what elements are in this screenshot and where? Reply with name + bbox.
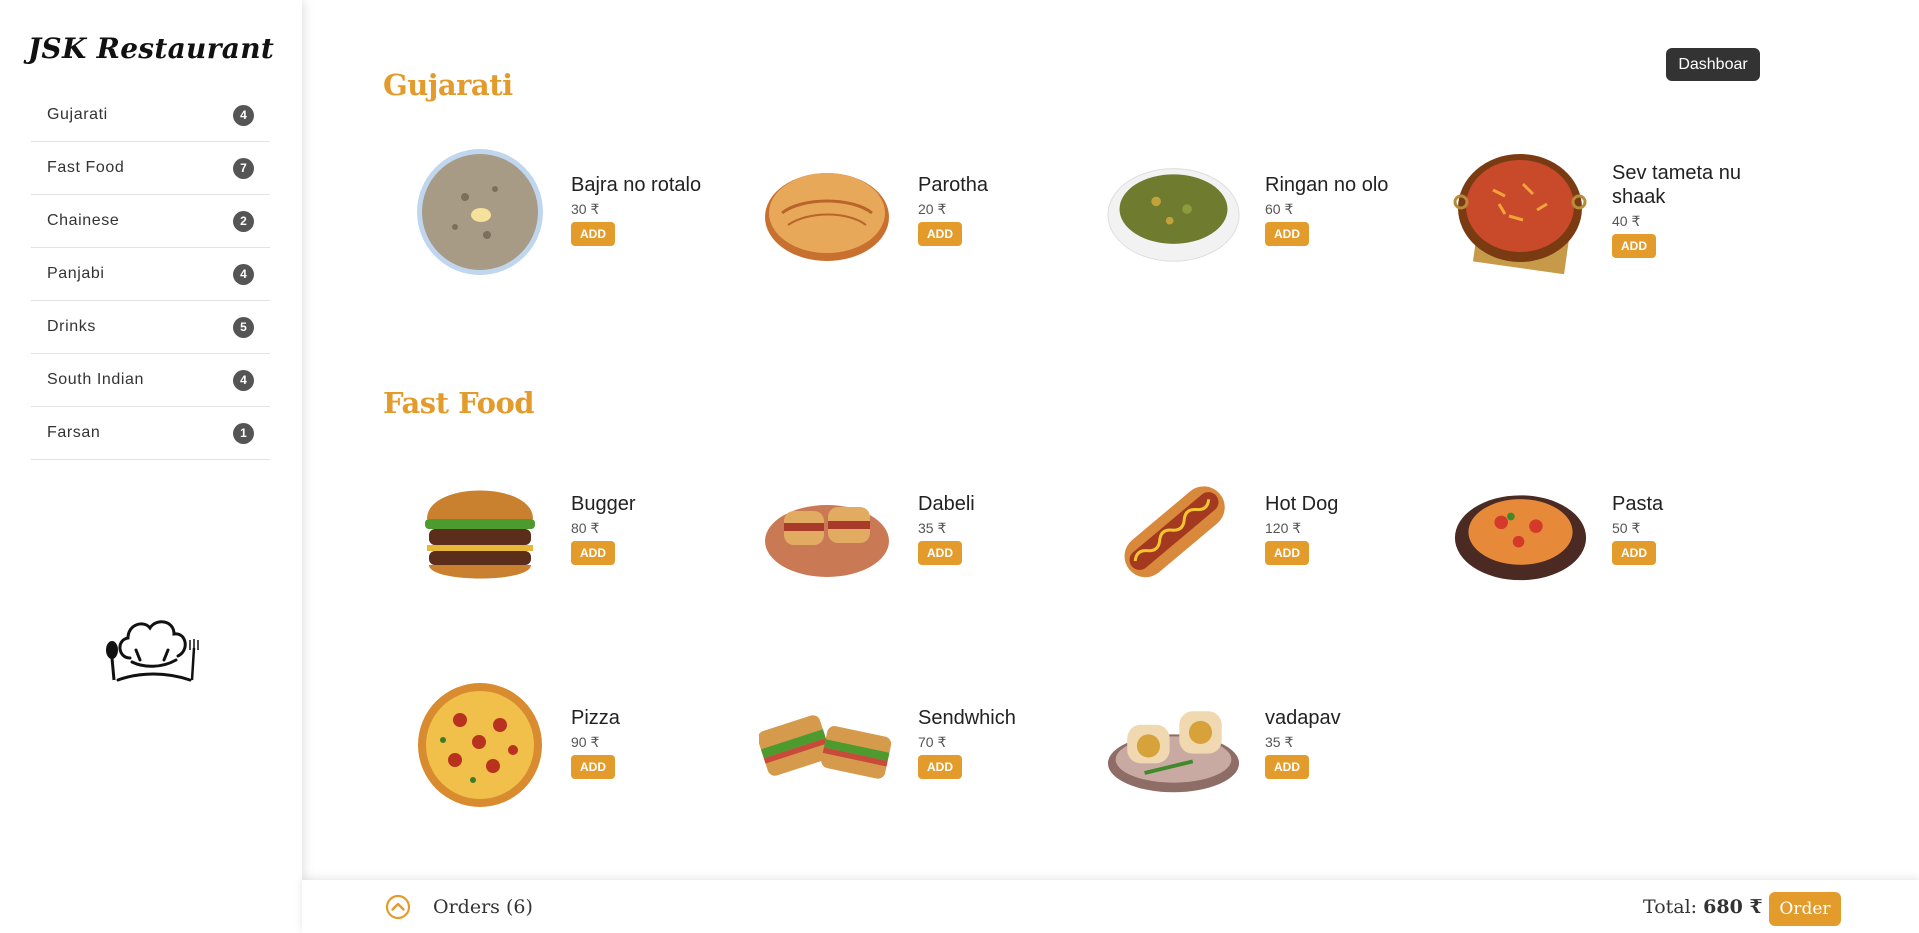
item-name: Parotha (918, 174, 989, 196)
sidebar: JSK Restaurant Gujarati 4 Fast Food 7 Ch… (0, 0, 302, 933)
category-label: Gujarati (47, 106, 108, 123)
category-count-badge: 7 (233, 157, 254, 179)
pasta-image (1453, 466, 1588, 596)
item-price: 35 ₹ (918, 520, 947, 536)
sidebar-item-south-indian[interactable]: South Indian 4 (31, 354, 270, 407)
category-label: Farsan (47, 424, 101, 441)
add-button[interactable]: ADD (1612, 541, 1656, 565)
menu-item: Parotha 20 ₹ ADD (759, 147, 1099, 277)
category-label: Drinks (47, 318, 96, 335)
add-button[interactable]: ADD (571, 541, 615, 565)
menu-item: Bajra no rotalo 30 ₹ ADD (412, 147, 752, 277)
item-price: 80 ₹ (571, 520, 600, 536)
menu-main: Dashboar Gujarati Bajra no rotalo 30 ₹ A… (302, 0, 1919, 933)
item-price: 90 ₹ (571, 734, 600, 750)
order-footer: Orders (6) Total: 680 ₹ Order (302, 880, 1919, 933)
menu-item: Bugger 80 ₹ ADD (412, 466, 752, 596)
category-list: Gujarati 4 Fast Food 7 Chainese 2 Panjab… (31, 89, 270, 460)
sidebar-item-drinks[interactable]: Drinks 5 (31, 301, 270, 354)
category-label: South Indian (47, 371, 145, 388)
menu-item: Hot Dog 120 ₹ ADD (1106, 466, 1446, 596)
add-button[interactable]: ADD (1265, 541, 1309, 565)
sandwich-image (759, 680, 894, 810)
chef-hat-logo-icon (106, 620, 199, 682)
brand-title: JSK Restaurant (27, 32, 275, 65)
menu-item: Sev tameta nu shaak 40 ₹ ADD (1453, 147, 1793, 277)
ringan-olo-image (1106, 147, 1241, 277)
sidebar-item-fast-food[interactable]: Fast Food 7 (31, 142, 270, 195)
item-name: Bugger (571, 493, 636, 515)
chevron-up-icon[interactable] (385, 894, 411, 920)
menu-item: vadapav 35 ₹ ADD (1106, 680, 1446, 810)
item-name: Ringan no olo (1265, 174, 1389, 196)
burger-image (412, 466, 547, 596)
section-title-gujarati: Gujarati (383, 68, 513, 102)
item-price: 35 ₹ (1265, 734, 1294, 750)
item-price: 120 ₹ (1265, 520, 1302, 536)
vadapav-image (1106, 680, 1241, 810)
bajra-rotalo-image (412, 147, 547, 277)
add-button[interactable]: ADD (1612, 234, 1656, 258)
add-button[interactable]: ADD (918, 755, 962, 779)
section-title-fast-food: Fast Food (383, 386, 535, 420)
item-name: vadapav (1265, 707, 1341, 729)
item-name: Pizza (571, 707, 620, 729)
category-count-badge: 5 (233, 316, 254, 338)
item-name: Bajra no rotalo (571, 174, 702, 196)
orders-count-label[interactable]: Orders (6) (433, 896, 533, 918)
item-name: Dabeli (918, 493, 975, 515)
category-count-badge: 1 (233, 422, 254, 444)
add-button[interactable]: ADD (918, 222, 962, 246)
menu-item: Sendwhich 70 ₹ ADD (759, 680, 1099, 810)
category-count-badge: 4 (233, 369, 254, 391)
item-name: Hot Dog (1265, 493, 1339, 515)
item-name: Pasta (1612, 493, 1664, 515)
menu-item: Pasta 50 ₹ ADD (1453, 466, 1793, 596)
sidebar-item-gujarati[interactable]: Gujarati 4 (31, 89, 270, 142)
item-name: Sendwhich (918, 707, 1016, 729)
order-total: Total: 680 ₹ (1643, 896, 1763, 918)
add-button[interactable]: ADD (918, 541, 962, 565)
add-button[interactable]: ADD (571, 755, 615, 779)
category-count-badge: 4 (233, 104, 254, 126)
item-price: 70 ₹ (918, 734, 947, 750)
category-count-badge: 4 (233, 263, 254, 285)
category-label: Chainese (47, 212, 120, 229)
add-button[interactable]: ADD (571, 222, 615, 246)
item-name: Sev tameta nu shaak (1612, 162, 1741, 208)
hot-dog-image (1106, 466, 1241, 596)
sidebar-item-panjabi[interactable]: Panjabi 4 (31, 248, 270, 301)
item-price: 40 ₹ (1612, 213, 1641, 229)
add-button[interactable]: ADD (1265, 222, 1309, 246)
dashboard-button[interactable]: Dashboar (1666, 48, 1760, 81)
item-price: 50 ₹ (1612, 520, 1641, 536)
total-value: 680 ₹ (1703, 896, 1763, 918)
item-price: 30 ₹ (571, 201, 600, 217)
category-count-badge: 2 (233, 210, 254, 232)
add-button[interactable]: ADD (1265, 755, 1309, 779)
item-price: 60 ₹ (1265, 201, 1294, 217)
parotha-image (759, 147, 894, 277)
menu-item: Dabeli 35 ₹ ADD (759, 466, 1099, 596)
menu-item: Ringan no olo 60 ₹ ADD (1106, 147, 1446, 277)
dabeli-image (759, 466, 894, 596)
category-label: Fast Food (47, 159, 125, 176)
sev-tameta-image (1453, 147, 1588, 277)
order-button[interactable]: Order (1769, 892, 1841, 926)
sidebar-item-chainese[interactable]: Chainese 2 (31, 195, 270, 248)
menu-item: Pizza 90 ₹ ADD (412, 680, 752, 810)
pizza-image (412, 680, 547, 810)
total-label: Total: (1643, 896, 1698, 918)
sidebar-item-farsan[interactable]: Farsan 1 (31, 407, 270, 460)
item-price: 20 ₹ (918, 201, 947, 217)
category-label: Panjabi (47, 265, 105, 282)
